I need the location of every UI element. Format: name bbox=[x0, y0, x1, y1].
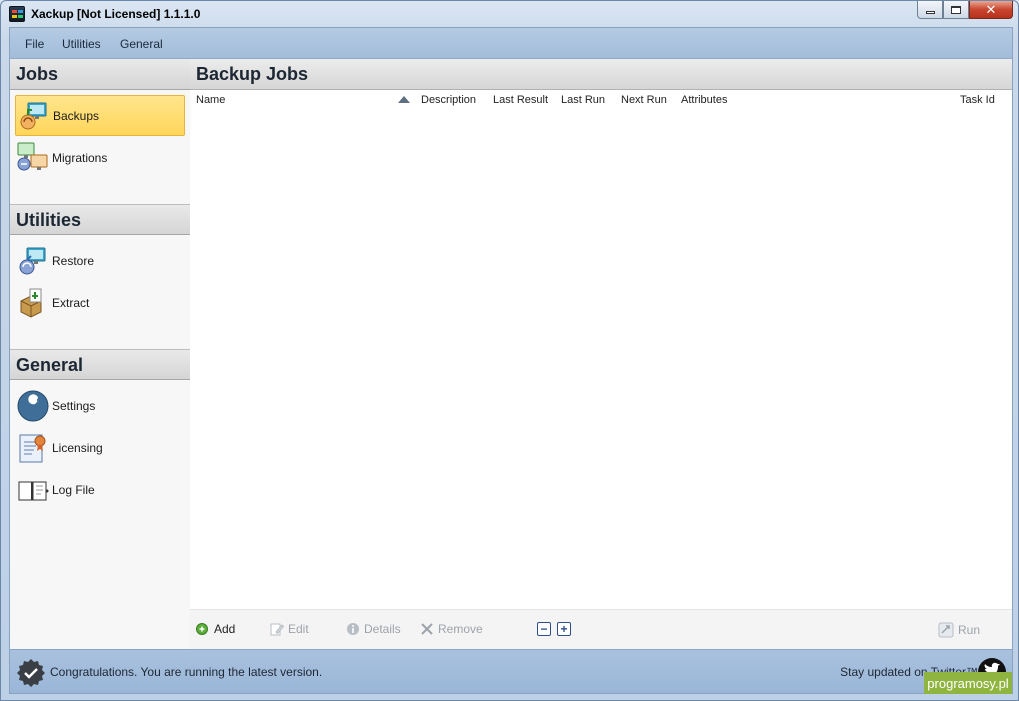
backup-icon bbox=[18, 100, 50, 132]
edit-icon bbox=[270, 622, 285, 636]
sidebar-item-label: Licensing bbox=[52, 440, 103, 455]
sidebar-item-label: Backups bbox=[53, 108, 100, 123]
status-bar: Congratulations. You are running the lat… bbox=[10, 649, 1012, 693]
edit-button-label: Edit bbox=[288, 622, 309, 636]
edit-button[interactable]: Edit bbox=[270, 622, 309, 636]
title-bar[interactable]: Xackup [Not Licensed] 1.1.1.0 ✕ bbox=[1, 1, 1018, 27]
sidebar-item-migrations[interactable]: Migrations bbox=[15, 137, 185, 178]
column-header-name[interactable]: Name bbox=[196, 94, 225, 106]
watermark: programosy.pl bbox=[924, 672, 1012, 694]
sidebar-item-label: Migrations bbox=[52, 150, 108, 165]
window-controls: ✕ bbox=[917, 1, 1013, 19]
checkmark-seal-icon bbox=[16, 658, 46, 688]
close-button[interactable]: ✕ bbox=[969, 1, 1013, 19]
jobs-toolbar: Add Edit Details Remove − + Run bbox=[190, 609, 1012, 649]
add-button[interactable]: Add bbox=[196, 622, 235, 636]
column-header-last-run[interactable]: Last Run bbox=[561, 94, 605, 106]
section-header-jobs: Jobs bbox=[10, 59, 190, 90]
sidebar-item-settings[interactable]: Settings bbox=[15, 385, 185, 426]
column-header-description[interactable]: Description bbox=[421, 94, 476, 106]
run-button[interactable]: Run bbox=[938, 622, 980, 638]
run-button-label: Run bbox=[958, 623, 981, 637]
details-button-label: Details bbox=[364, 622, 401, 636]
add-icon bbox=[196, 622, 210, 636]
remove-button-label: Remove bbox=[438, 622, 483, 636]
sidebar-item-licensing[interactable]: Licensing bbox=[15, 427, 185, 468]
menu-bar: File Utilities General bbox=[10, 28, 1012, 59]
remove-icon bbox=[420, 622, 434, 636]
certificate-icon bbox=[17, 432, 49, 464]
migration-icon bbox=[17, 142, 49, 174]
sidebar-item-backups[interactable]: Backups bbox=[15, 95, 185, 136]
sidebar-item-label: Log File bbox=[52, 482, 95, 497]
minimize-icon bbox=[925, 11, 935, 14]
extract-icon bbox=[17, 287, 49, 319]
info-icon bbox=[346, 622, 360, 636]
sidebar-item-label: Settings bbox=[52, 398, 96, 413]
window-title: Xackup [Not Licensed] 1.1.1.0 bbox=[31, 7, 201, 21]
sidebar-item-extract[interactable]: Extract bbox=[15, 282, 185, 323]
remove-button[interactable]: Remove bbox=[420, 622, 483, 636]
section-header-general: General bbox=[10, 349, 190, 380]
minimize-button[interactable] bbox=[917, 1, 943, 19]
restore-icon bbox=[17, 245, 49, 277]
jobs-grid[interactable] bbox=[190, 113, 1012, 609]
wrench-icon bbox=[17, 390, 49, 422]
menu-file[interactable]: File bbox=[25, 37, 44, 51]
details-button[interactable]: Details bbox=[346, 622, 401, 636]
column-header-last-result[interactable]: Last Result bbox=[493, 94, 548, 106]
sidebar-item-label: Extract bbox=[52, 295, 90, 310]
expand-button[interactable]: + bbox=[557, 622, 571, 636]
xackup-app-icon bbox=[9, 6, 25, 22]
backup-jobs-panel: Backup Jobs Name Description Last Result… bbox=[190, 59, 1012, 649]
status-message: Congratulations. You are running the lat… bbox=[50, 665, 323, 679]
sidebar-item-label: Restore bbox=[52, 253, 95, 268]
app-window: Xackup [Not Licensed] 1.1.1.0 ✕ File Uti… bbox=[0, 0, 1019, 701]
maximize-button[interactable] bbox=[943, 1, 969, 19]
sidebar-item-log-file[interactable]: Log File bbox=[15, 469, 185, 510]
sidebar-item-restore[interactable]: Restore bbox=[15, 240, 185, 281]
maximize-icon bbox=[951, 5, 961, 14]
menu-utilities[interactable]: Utilities bbox=[62, 37, 101, 51]
sort-ascending-icon bbox=[398, 96, 410, 103]
column-header-task-id[interactable]: Task Id bbox=[960, 94, 995, 106]
add-button-label: Add bbox=[214, 622, 236, 636]
section-header-utilities: Utilities bbox=[10, 204, 190, 235]
collapse-button[interactable]: − bbox=[537, 622, 551, 636]
run-icon bbox=[938, 622, 954, 638]
close-icon: ✕ bbox=[985, 2, 997, 17]
page-title: Backup Jobs bbox=[190, 59, 1012, 90]
column-header-next-run[interactable]: Next Run bbox=[621, 94, 667, 106]
client-area: File Utilities General Jobs Backups Migr… bbox=[9, 27, 1013, 694]
sidebar: Jobs Backups Migrations Utilities Restor… bbox=[10, 59, 190, 649]
logbook-icon bbox=[17, 474, 49, 506]
column-header-attributes[interactable]: Attributes bbox=[681, 94, 727, 106]
menu-general[interactable]: General bbox=[120, 37, 163, 51]
